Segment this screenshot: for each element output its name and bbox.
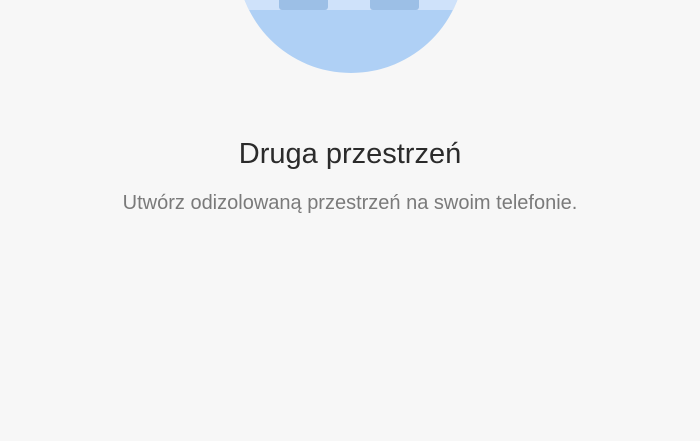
page-title: Druga przestrzeń [238,138,462,170]
illustration-tile-right [370,0,419,10]
second-space-illustration [237,0,465,73]
illustration-tile-left [279,0,328,10]
page-subtitle: Utwórz odizolowaną przestrzeń na swoim t… [122,192,578,214]
illustration-band [237,0,465,10]
